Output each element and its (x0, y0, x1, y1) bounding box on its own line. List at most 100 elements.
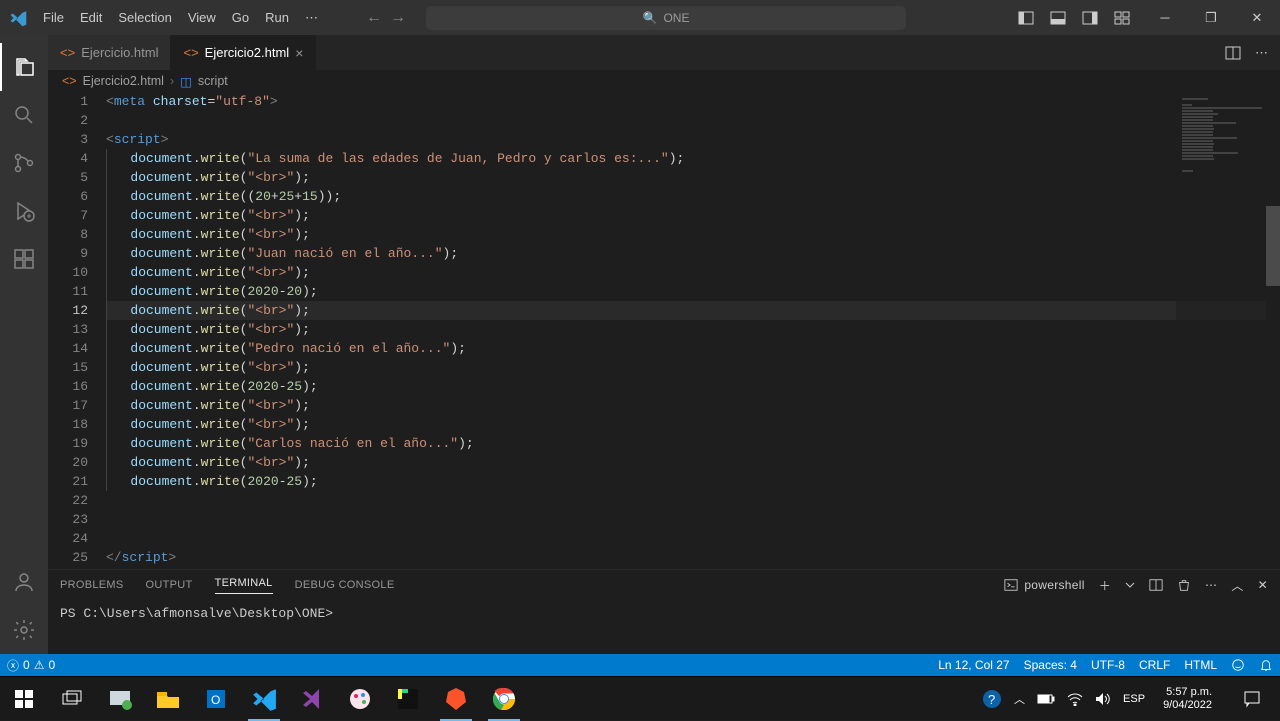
status-language[interactable]: HTML (1177, 658, 1224, 672)
new-terminal-icon[interactable]: ＋ (1099, 577, 1111, 594)
source-control-icon[interactable] (0, 139, 48, 187)
breadcrumb[interactable]: <> Ejercicio2.html › ◫ script (48, 70, 1280, 92)
start-button[interactable] (0, 677, 48, 721)
status-bell-icon[interactable] (1252, 658, 1280, 672)
tray-wifi-icon[interactable] (1067, 692, 1083, 706)
tray-help-icon[interactable]: ? (982, 689, 1002, 709)
status-indent[interactable]: Spaces: 4 (1017, 658, 1084, 672)
tray-chevron-up-icon[interactable]: ︿ (1014, 691, 1025, 707)
terminal-content[interactable]: PS C:\Users\afmonsalve\Desktop\ONE> (48, 600, 1280, 654)
search-icon[interactable] (0, 91, 48, 139)
tray-volume-icon[interactable] (1095, 692, 1111, 706)
taskbar-app-visualstudio[interactable] (288, 677, 336, 721)
svg-text:?: ? (988, 692, 995, 707)
close-panel-icon[interactable]: ✕ (1258, 578, 1268, 592)
more-actions-icon[interactable]: ⋯ (1255, 45, 1268, 61)
window-restore-button[interactable]: ❐ (1188, 0, 1234, 35)
minimap[interactable] (1176, 92, 1266, 569)
extensions-icon[interactable] (0, 235, 48, 283)
scrollbar-thumb[interactable] (1266, 206, 1280, 286)
status-encoding[interactable]: UTF-8 (1084, 658, 1132, 672)
panel-tab-debug-console[interactable]: DEBUG CONSOLE (295, 579, 395, 591)
editor-tab[interactable]: <> Ejercicio2.html × (171, 35, 316, 70)
editor[interactable]: 1234567891011121314151617181920212223242… (48, 92, 1280, 569)
toggle-panel-icon[interactable] (1050, 10, 1066, 26)
svg-text:O: O (211, 693, 220, 707)
taskbar-app-brave[interactable] (432, 677, 480, 721)
breadcrumb-symbol: script (198, 74, 228, 88)
status-feedback-icon[interactable] (1224, 658, 1252, 672)
taskbar-app-vmware[interactable] (96, 677, 144, 721)
menu-run[interactable]: Run (257, 0, 297, 35)
split-terminal-icon[interactable] (1149, 578, 1163, 592)
panel-tab-terminal[interactable]: TERMINAL (215, 577, 273, 594)
taskbar-app-outlook[interactable]: O (192, 677, 240, 721)
status-eol[interactable]: CRLF (1132, 658, 1177, 672)
terminal-dropdown-icon[interactable] (1125, 580, 1135, 590)
run-debug-icon[interactable] (0, 187, 48, 235)
customize-layout-icon[interactable] (1114, 10, 1130, 26)
search-label: ONE (663, 11, 689, 25)
account-icon[interactable] (0, 558, 48, 606)
editor-tab[interactable]: <> Ejercicio.html (48, 35, 171, 70)
task-view-icon[interactable] (48, 677, 96, 721)
tray-notifications-icon[interactable] (1230, 677, 1274, 721)
menu-edit[interactable]: Edit (72, 0, 110, 35)
tab-label: Ejercicio.html (81, 45, 158, 60)
panel-tab-output[interactable]: OUTPUT (146, 579, 193, 591)
terminal-prompt: PS C:\Users\afmonsalve\Desktop\ONE> (60, 606, 333, 621)
menu-selection[interactable]: Selection (110, 0, 179, 35)
kill-terminal-icon[interactable] (1177, 578, 1191, 592)
nav-back-icon[interactable]: ← (366, 9, 382, 27)
status-errors[interactable]: ⓧ0⚠0 (0, 654, 62, 676)
close-tab-icon[interactable]: × (295, 45, 303, 61)
split-editor-icon[interactable] (1225, 45, 1241, 61)
chevron-right-icon: › (170, 74, 174, 88)
taskbar-app-explorer[interactable] (144, 677, 192, 721)
window-close-button[interactable]: ✕ (1234, 0, 1280, 35)
toggle-secondary-sidebar-icon[interactable] (1082, 10, 1098, 26)
error-icon: ⓧ (7, 657, 19, 674)
tray-clock[interactable]: 5:57 p.m. 9/04/2022 (1157, 686, 1218, 712)
windows-taskbar: O ? ︿ ESP 5:57 p.m. 9/04/2022 (0, 676, 1280, 720)
menu-bar: FileEditSelectionViewGoRun (35, 0, 297, 35)
settings-gear-icon[interactable] (0, 606, 48, 654)
scrollbar[interactable] (1266, 92, 1280, 569)
taskbar-app-vscode[interactable] (240, 677, 288, 721)
taskbar-app-pycharm[interactable] (384, 677, 432, 721)
panel-more-icon[interactable]: ⋯ (1205, 578, 1217, 592)
menu-file[interactable]: File (35, 0, 72, 35)
panel-tab-problems[interactable]: PROBLEMS (60, 579, 124, 591)
titlebar: FileEditSelectionViewGoRun ⋯ ← → 🔍 ONE ─… (0, 0, 1280, 35)
breadcrumb-file: Ejercicio2.html (83, 74, 164, 88)
tray-battery-icon[interactable] (1037, 693, 1055, 705)
html-file-icon: <> (62, 74, 77, 88)
activity-bar (0, 35, 48, 654)
status-bar: ⓧ0⚠0 Ln 12, Col 27 Spaces: 4 UTF-8 CRLF … (0, 654, 1280, 676)
editor-tabs: <> Ejercicio.html <> Ejercicio2.html × ⋯ (48, 35, 1280, 70)
maximize-panel-icon[interactable]: ︿ (1231, 577, 1243, 594)
tab-label: Ejercicio2.html (205, 45, 290, 60)
toggle-primary-sidebar-icon[interactable] (1018, 10, 1034, 26)
code-content[interactable]: <meta charset="utf-8"><script> document.… (106, 92, 1280, 569)
menu-go[interactable]: Go (224, 0, 257, 35)
explorer-icon[interactable] (0, 43, 48, 91)
menu-view[interactable]: View (180, 0, 224, 35)
html-file-icon: <> (60, 45, 75, 60)
bottom-panel: PROBLEMS OUTPUT TERMINAL DEBUG CONSOLE powe… (48, 569, 1280, 654)
command-center-search[interactable]: 🔍 ONE (426, 6, 906, 30)
status-cursor-pos[interactable]: Ln 12, Col 27 (931, 658, 1016, 672)
taskbar-app-chrome[interactable] (480, 677, 528, 721)
window-minimize-button[interactable]: ─ (1142, 0, 1188, 35)
warning-icon: ⚠ (34, 658, 45, 672)
taskbar-app-paint[interactable] (336, 677, 384, 721)
vscode-logo-icon (0, 9, 35, 27)
menu-overflow-icon[interactable]: ⋯ (297, 10, 326, 26)
html-file-icon: <> (183, 45, 198, 60)
terminal-shell-label[interactable]: powershell (1004, 578, 1084, 592)
search-icon: 🔍 (643, 11, 658, 25)
line-gutter: 1234567891011121314151617181920212223242… (48, 92, 106, 569)
symbol-icon: ◫ (180, 74, 192, 89)
nav-forward-icon[interactable]: → (390, 9, 406, 27)
tray-language[interactable]: ESP (1123, 693, 1145, 705)
